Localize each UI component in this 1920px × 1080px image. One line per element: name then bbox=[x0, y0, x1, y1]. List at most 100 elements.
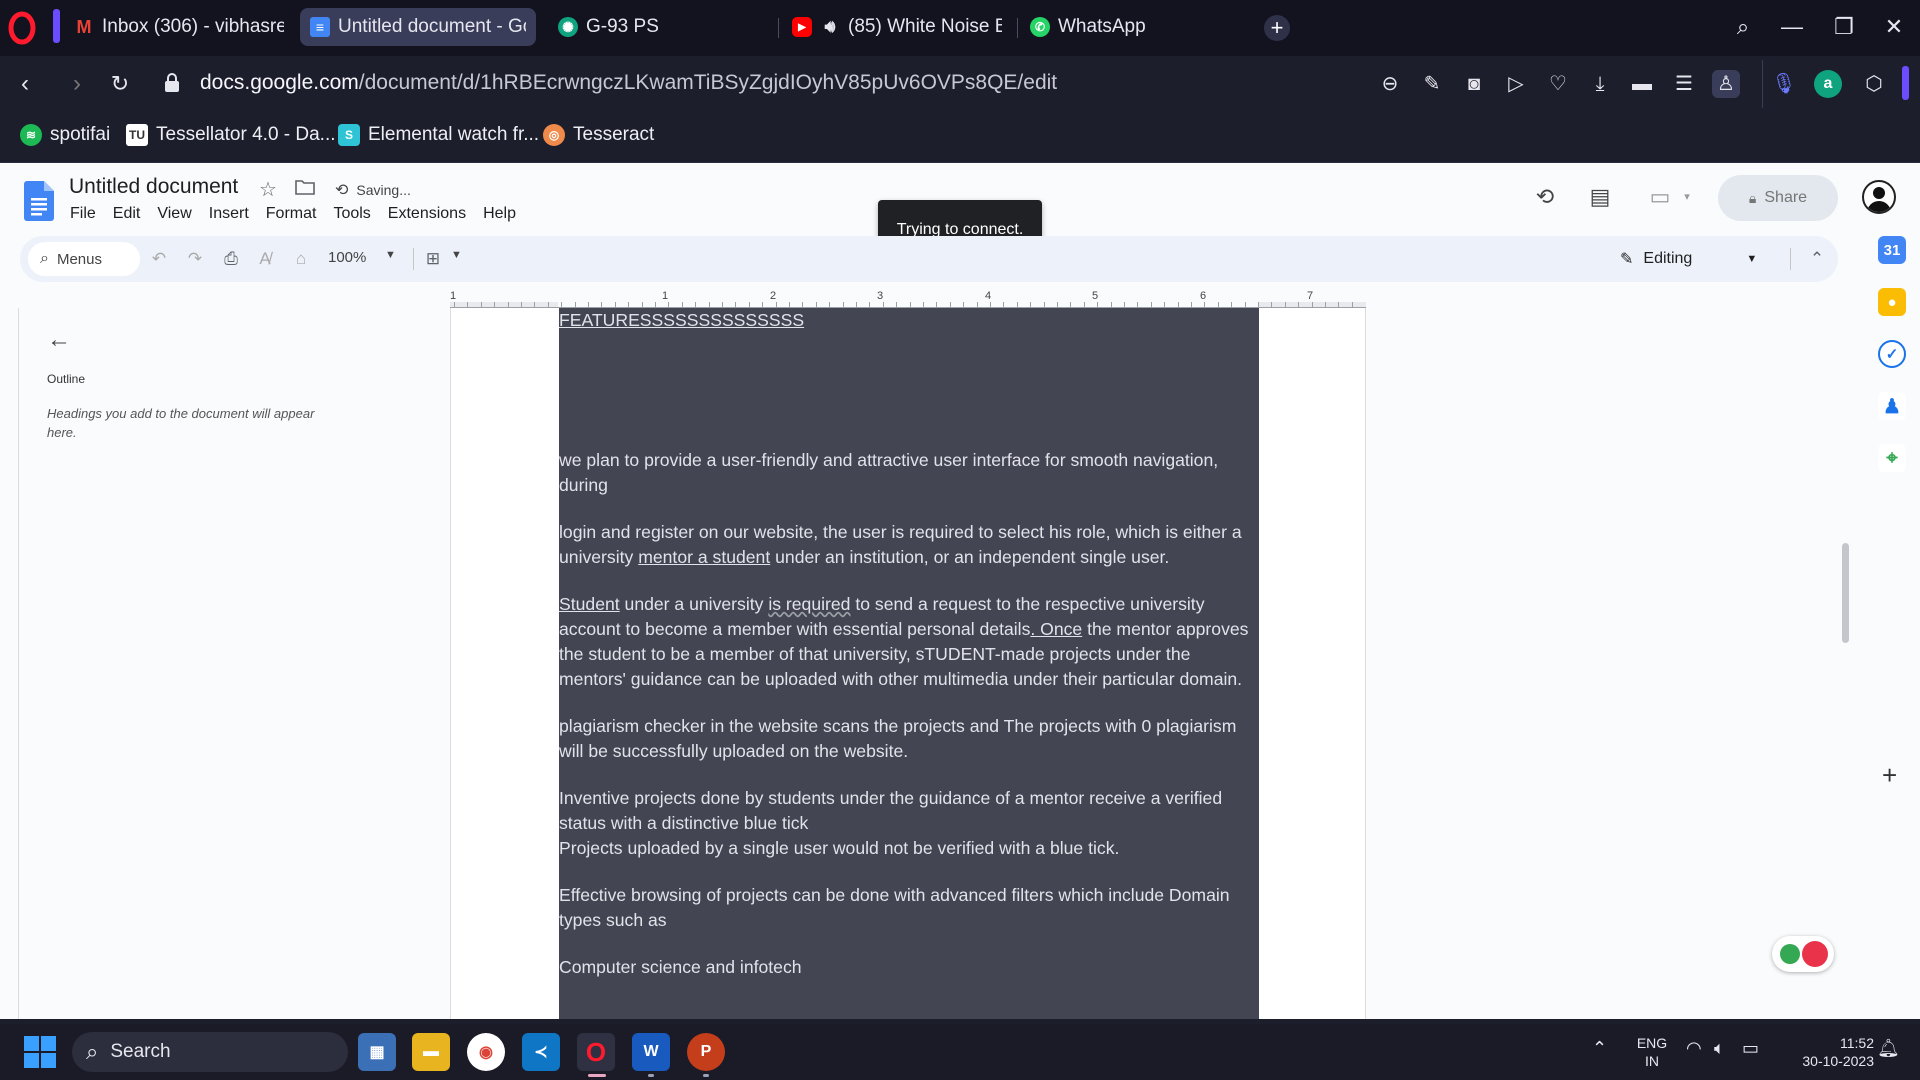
volume-icon[interactable]: 🔈︎ bbox=[1714, 1038, 1725, 1059]
spellcheck-icon[interactable]: A̸ bbox=[252, 246, 278, 272]
opera-taskbar-icon[interactable]: O bbox=[577, 1033, 615, 1071]
meet-camera-icon[interactable]: ▭ bbox=[1645, 182, 1675, 212]
bookmark-tesseract[interactable]: ◎ Tesseract bbox=[543, 124, 654, 146]
document-body[interactable]: FEATURESSSSSSSSSSSSSS we plan to provide… bbox=[559, 308, 1259, 1002]
language-indicator[interactable]: ENG IN bbox=[1634, 1034, 1670, 1070]
bookmark-elemental-watch[interactable]: S Elemental watch fr... bbox=[338, 124, 539, 146]
maps-icon[interactable]: ⌖ bbox=[1878, 444, 1906, 472]
editing-mode-select[interactable]: ✎ Editing ▼ bbox=[1620, 243, 1780, 275]
vertical-scrollbar[interactable] bbox=[1842, 543, 1849, 643]
lock-icon[interactable] bbox=[164, 73, 180, 93]
file-explorer-icon[interactable]: ▬ bbox=[412, 1033, 450, 1071]
undo-icon[interactable]: ↶ bbox=[146, 246, 172, 272]
powerpoint-icon[interactable]: P bbox=[687, 1033, 725, 1071]
opera-logo-icon[interactable] bbox=[8, 11, 36, 45]
bookmark-tessellator[interactable]: TU Tessellator 4.0 - Da... bbox=[126, 124, 336, 146]
reload-icon[interactable]: ↻ bbox=[105, 69, 135, 99]
tab-youtube-white-noise[interactable]: ▶ 🔊︎ (85) White Noise Bla bbox=[782, 8, 1012, 46]
send-flow-icon[interactable]: ▷ bbox=[1502, 70, 1530, 98]
wifi-icon[interactable]: ◠ bbox=[1686, 1038, 1702, 1059]
easy-setup-icon[interactable]: ☰ bbox=[1670, 70, 1698, 98]
speaker-audio-icon[interactable]: 🔊︎ bbox=[820, 17, 840, 37]
paint-format-icon[interactable]: ⌂ bbox=[288, 246, 314, 272]
zoom-out-icon[interactable]: ⊖ bbox=[1376, 70, 1404, 98]
back-icon[interactable]: ‹ bbox=[10, 69, 40, 99]
calendar-icon[interactable]: 31 bbox=[1878, 236, 1906, 264]
ruler-tick bbox=[1351, 302, 1353, 307]
search-tabs-icon[interactable]: ⌕ bbox=[1728, 12, 1758, 42]
taskbar-search[interactable]: ⌕ Search bbox=[72, 1032, 348, 1072]
profile-icon[interactable]: ♙ bbox=[1712, 70, 1740, 98]
hide-menus-chevron-up-icon[interactable]: ⌃ bbox=[1804, 246, 1830, 272]
menu-edit[interactable]: Edit bbox=[113, 205, 141, 223]
new-tab-plus-icon[interactable]: + bbox=[1264, 15, 1290, 41]
downloads-icon[interactable]: ⤓ bbox=[1586, 70, 1614, 98]
ruler-tick bbox=[963, 302, 965, 307]
grammar-extension-badge[interactable] bbox=[1772, 936, 1834, 972]
battery-saver-icon[interactable]: ▬ bbox=[1628, 70, 1656, 98]
insert-icon[interactable]: ⊞ bbox=[420, 246, 446, 272]
word-icon[interactable]: W bbox=[632, 1033, 670, 1071]
windows-start-icon[interactable] bbox=[24, 1036, 56, 1068]
share-label: Share bbox=[1764, 189, 1808, 206]
chrome-icon[interactable]: ◉ bbox=[467, 1033, 505, 1071]
get-addons-plus-icon[interactable]: + bbox=[1882, 760, 1897, 791]
tab-untitled-document[interactable]: ≡ Untitled document - Go bbox=[300, 8, 536, 46]
chevron-down-icon[interactable]: ▾ bbox=[1672, 182, 1702, 212]
clock[interactable]: 11:52 30-10-2023 bbox=[1780, 1034, 1874, 1070]
move-folder-icon[interactable] bbox=[295, 178, 315, 196]
tab-whatsapp[interactable]: ✆ WhatsApp bbox=[1020, 8, 1240, 46]
redo-icon[interactable]: ↷ bbox=[182, 246, 208, 272]
restore-icon[interactable]: ❐ bbox=[1829, 12, 1859, 42]
menu-extensions[interactable]: Extensions bbox=[388, 205, 466, 223]
forward-icon[interactable]: › bbox=[62, 69, 92, 99]
url-field[interactable]: docs.google.com/document/d/1hRBEcrwngczL… bbox=[200, 71, 1057, 95]
bookmark-label: Tesseract bbox=[573, 124, 655, 145]
show-hidden-icons-chevron-up-icon[interactable]: ⌃ bbox=[1592, 1038, 1607, 1059]
ruler-tick bbox=[641, 302, 643, 307]
extensions-cube-icon[interactable]: ⬡ bbox=[1860, 70, 1888, 98]
tab-g93-ps[interactable]: ✺ G-93 PS bbox=[548, 8, 768, 46]
close-window-icon[interactable]: ✕ bbox=[1879, 12, 1909, 42]
menu-view[interactable]: View bbox=[157, 205, 191, 223]
workspace-indicator[interactable] bbox=[53, 9, 60, 43]
battery-icon[interactable]: ▭ bbox=[1742, 1038, 1759, 1059]
menu-file[interactable]: File bbox=[70, 205, 96, 223]
snapshot-camera-icon[interactable]: ◙ bbox=[1460, 70, 1488, 98]
sidebar-indicator[interactable] bbox=[1902, 66, 1909, 100]
zoom-select[interactable]: 100% bbox=[328, 249, 366, 266]
bookmark-spotifai[interactable]: ≋ spotifai bbox=[20, 124, 110, 146]
contacts-icon[interactable]: ♟ bbox=[1878, 392, 1906, 420]
editing-toolbar: ⌕ Menus ↶ ↷ ⎙ A̸ ⌂ 100% ▼ ⊞ ▼ ✎ Editing … bbox=[20, 236, 1838, 282]
star-icon[interactable]: ☆ bbox=[259, 177, 277, 202]
document-page[interactable]: FEATURESSSSSSSSSSSSSS we plan to provide… bbox=[450, 308, 1366, 1019]
print-icon[interactable]: ⎙ bbox=[218, 246, 244, 272]
version-history-icon[interactable]: ⟲ bbox=[1530, 182, 1560, 212]
share-page-icon[interactable]: ✎ bbox=[1418, 70, 1446, 98]
menu-insert[interactable]: Insert bbox=[209, 205, 249, 223]
document-title[interactable]: Untitled document bbox=[69, 175, 238, 199]
docs-logo-icon[interactable] bbox=[24, 181, 54, 221]
aria-ai-icon[interactable]: a bbox=[1814, 70, 1842, 98]
heart-bookmark-icon[interactable]: ♡ bbox=[1544, 70, 1572, 98]
tab-title: Inbox (306) - vibhasree2 bbox=[102, 16, 284, 37]
menu-format[interactable]: Format bbox=[266, 205, 317, 223]
zoom-chevron-down-icon[interactable]: ▼ bbox=[385, 249, 396, 261]
account-avatar[interactable] bbox=[1862, 180, 1896, 214]
notifications-bell-icon[interactable]: 🔔︎ bbox=[1877, 1038, 1900, 1059]
calculator-icon[interactable]: ▦ bbox=[358, 1033, 396, 1071]
keep-icon[interactable]: ● bbox=[1878, 288, 1906, 316]
vscode-icon[interactable]: ≺ bbox=[522, 1033, 560, 1071]
minimize-icon[interactable]: — bbox=[1777, 12, 1807, 42]
microphone-icon[interactable]: 🎙︎ bbox=[1770, 70, 1798, 98]
tab-gmail[interactable]: M Inbox (306) - vibhasree2 bbox=[64, 8, 294, 46]
insert-chevron-down-icon[interactable]: ▼ bbox=[451, 249, 462, 261]
share-button[interactable]: 🔒︎ Share bbox=[1718, 175, 1838, 221]
comments-icon[interactable]: ▤ bbox=[1585, 182, 1615, 212]
menu-help[interactable]: Help bbox=[483, 205, 516, 223]
close-outline-back-arrow-icon[interactable]: ← bbox=[47, 326, 71, 354]
tasks-icon[interactable]: ✓ bbox=[1878, 340, 1906, 368]
menus-search-button[interactable]: ⌕ Menus bbox=[28, 242, 140, 276]
tessellator-icon: TU bbox=[126, 124, 148, 146]
menu-tools[interactable]: Tools bbox=[333, 205, 370, 223]
